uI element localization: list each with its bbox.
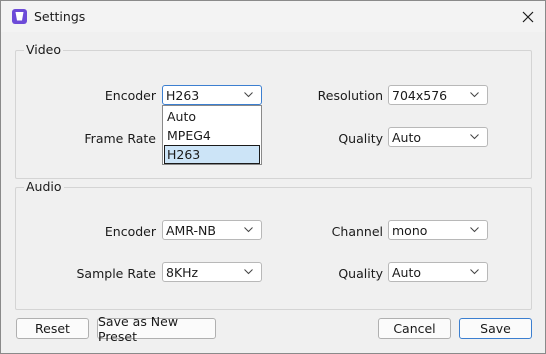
video-encoder-select[interactable]: H263 [162,85,262,105]
resolution-select[interactable]: 704x576 [388,85,488,105]
chevron-down-icon [470,269,479,275]
video-encoder-dropdown-list: Auto MPEG4 H263 [162,105,262,165]
channel-label: Channel [331,224,383,239]
dropdown-option-auto[interactable]: Auto [164,107,260,126]
settings-window: Settings Video Encoder H263 Frame Rate R… [0,0,546,354]
reset-button-label: Reset [35,321,70,336]
audio-quality-value: Auto [392,265,422,280]
chevron-down-icon [470,134,479,140]
save-as-new-preset-label: Save as New Preset [98,313,179,344]
chevron-down-icon [470,92,479,98]
cancel-button[interactable]: Cancel [378,318,451,339]
audio-quality-label: Quality [338,266,383,281]
reset-button[interactable]: Reset [16,318,89,339]
save-button[interactable]: Save [459,318,532,339]
dropdown-option-mpeg4[interactable]: MPEG4 [164,126,260,145]
video-quality-label: Quality [338,131,383,146]
title-bar[interactable]: Settings [1,1,545,32]
channel-value: mono [392,223,428,238]
close-icon [522,11,534,23]
chevron-down-icon [470,227,479,233]
app-logo-icon [12,9,27,24]
video-quality-value: Auto [392,130,422,145]
resolution-value: 704x576 [392,88,448,103]
dropdown-option-label: Auto [167,109,197,124]
channel-select[interactable]: mono [388,220,488,240]
cancel-button-label: Cancel [393,321,436,336]
audio-group: Audio [15,179,532,310]
dropdown-option-h263[interactable]: H263 [164,145,260,164]
chevron-down-icon [244,92,253,98]
video-quality-select[interactable]: Auto [388,127,488,147]
audio-encoder-select[interactable]: AMR-NB [162,220,262,240]
save-as-new-preset-button[interactable]: Save as New Preset [97,314,216,344]
resolution-label: Resolution [317,88,383,103]
audio-group-title: Audio [24,179,64,194]
audio-encoder-label: Encoder [104,224,156,239]
video-group-title: Video [24,42,64,57]
window-title: Settings [34,9,86,24]
chevron-down-icon [244,269,253,275]
dropdown-option-label: MPEG4 [167,128,211,143]
sample-rate-value: 8KHz [166,265,199,280]
audio-quality-select[interactable]: Auto [388,262,488,282]
video-encoder-label: Encoder [104,88,156,103]
close-button[interactable] [513,3,543,31]
sample-rate-select[interactable]: 8KHz [162,262,262,282]
chevron-down-icon [244,227,253,233]
video-group: Video [15,42,532,179]
save-button-label: Save [480,321,511,336]
frame-rate-label: Frame Rate [84,131,156,146]
audio-encoder-value: AMR-NB [166,223,216,238]
dropdown-option-label: H263 [167,147,201,162]
sample-rate-label: Sample Rate [76,266,156,281]
video-encoder-value: H263 [166,88,200,103]
